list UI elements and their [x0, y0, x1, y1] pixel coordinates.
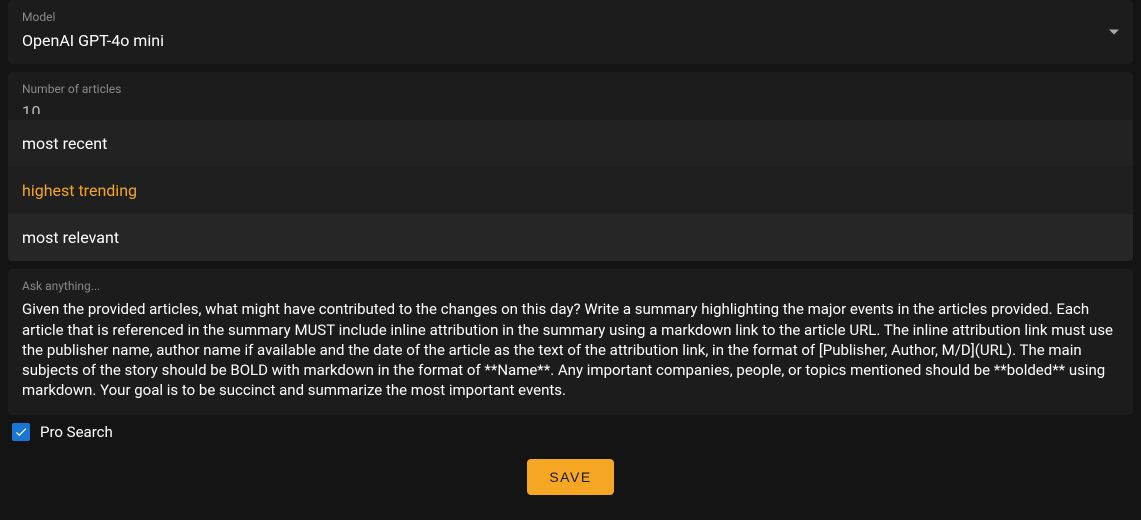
actions-row: SAVE	[0, 459, 1141, 495]
sort-option-highest-trending[interactable]: highest trending	[8, 167, 1133, 214]
pro-search-checkbox[interactable]	[12, 423, 30, 441]
sort-dropdown-list: most recent highest trending most releva…	[8, 120, 1133, 261]
sort-option-most-recent[interactable]: most recent	[8, 120, 1133, 167]
num-articles-field[interactable]: Number of articles 10	[8, 72, 1133, 120]
prompt-field[interactable]: Ask anything... Given the provided artic…	[8, 269, 1133, 414]
sort-option-most-relevant[interactable]: most relevant	[8, 214, 1133, 261]
pro-search-label: Pro Search	[40, 423, 113, 441]
model-value: OpenAI GPT-4o mini	[22, 30, 1119, 52]
num-articles-value: 10	[22, 102, 1119, 114]
num-articles-label: Number of articles	[22, 82, 1119, 96]
save-button[interactable]: SAVE	[527, 459, 613, 495]
pro-search-row: Pro Search	[8, 423, 1133, 441]
check-icon	[14, 425, 28, 439]
settings-form: Model OpenAI GPT-4o mini Number of artic…	[0, 0, 1141, 495]
prompt-placeholder: Ask anything...	[22, 279, 1119, 293]
model-field[interactable]: Model OpenAI GPT-4o mini	[8, 0, 1133, 64]
model-label: Model	[22, 10, 1119, 24]
chevron-down-icon	[1109, 30, 1119, 35]
prompt-value: Given the provided articles, what might …	[22, 299, 1119, 400]
